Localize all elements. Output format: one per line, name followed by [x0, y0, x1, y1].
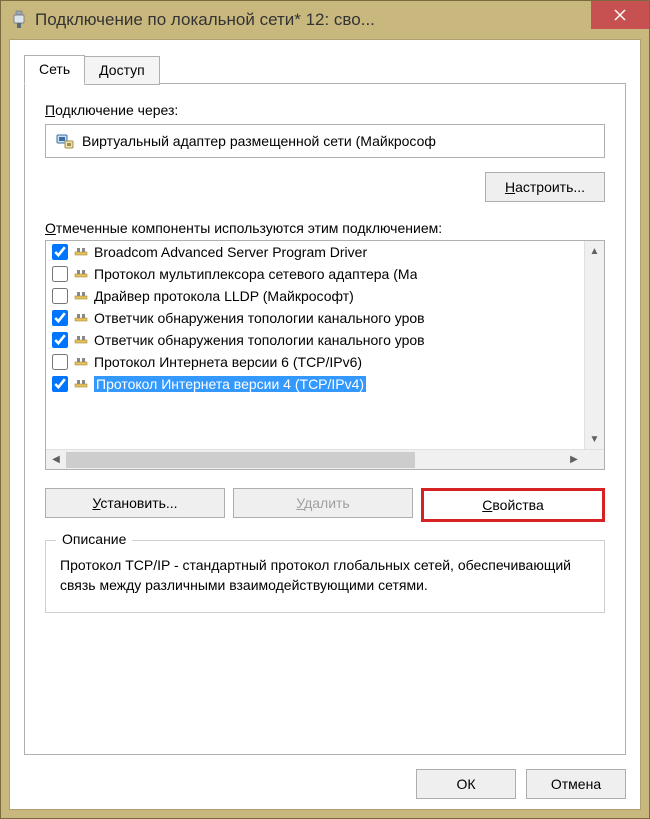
protocol-icon [74, 267, 88, 281]
components-listbox: Broadcom Advanced Server Program Driver П… [45, 240, 605, 470]
scroll-track-vertical[interactable] [585, 261, 604, 429]
list-item[interactable]: Ответчик обнаружения топологии канальног… [46, 329, 584, 351]
client-area: Сеть Доступ Подключение через: [9, 39, 641, 810]
vertical-scrollbar[interactable]: ▲ ▼ [584, 241, 604, 449]
titlebar: Подключение по локальной сети* 12: сво..… [1, 1, 649, 39]
close-icon [614, 9, 626, 21]
component-checkbox[interactable] [52, 266, 68, 282]
component-label: Протокол Интернета версии 4 (TCP/IPv4) [94, 376, 366, 392]
tab-access-label: Доступ [99, 62, 145, 78]
protocol-icon [74, 333, 88, 347]
configure-button[interactable]: Настроить... [485, 172, 605, 202]
close-button[interactable] [591, 1, 649, 29]
scroll-left-button[interactable]: ◀ [46, 450, 66, 469]
tab-strip: Сеть Доступ [24, 55, 626, 84]
properties-window: Подключение по локальной сети* 12: сво..… [0, 0, 650, 819]
tab-access[interactable]: Доступ [84, 56, 160, 85]
scroll-track-horizontal[interactable] [66, 450, 564, 469]
tab-network[interactable]: Сеть [24, 55, 85, 84]
install-button[interactable]: Установить... [45, 488, 225, 518]
tab-network-label: Сеть [39, 61, 70, 77]
adapter-field[interactable]: Виртуальный адаптер размещенной сети (Ма… [45, 124, 605, 158]
scroll-corner [584, 450, 604, 469]
component-label: Протокол мультиплексора сетевого адаптер… [94, 266, 417, 282]
component-checkbox[interactable] [52, 244, 68, 260]
list-item[interactable]: Протокол Интернета версии 4 (TCP/IPv4) [46, 373, 584, 395]
list-item[interactable]: Протокол мультиплексора сетевого адаптер… [46, 263, 584, 285]
adapter-icon [56, 132, 74, 150]
component-checkbox[interactable] [52, 354, 68, 370]
description-groupbox: Описание Протокол TCP/IP - стандартный п… [45, 540, 605, 613]
components-label: Отмеченные компоненты используются этим … [45, 220, 605, 236]
component-checkbox[interactable] [52, 376, 68, 392]
component-label: Протокол Интернета версии 6 (TCP/IPv6) [94, 354, 362, 370]
protocol-icon [74, 245, 88, 259]
components-list[interactable]: Broadcom Advanced Server Program Driver П… [46, 241, 584, 449]
dialog-button-row: ОК Отмена [24, 769, 626, 799]
description-title: Описание [56, 531, 132, 547]
cancel-button[interactable]: Отмена [526, 769, 626, 799]
properties-button[interactable]: Свойства [421, 488, 605, 522]
component-label: Ответчик обнаружения топологии канальног… [94, 310, 425, 326]
scroll-up-button[interactable]: ▲ [585, 241, 604, 261]
component-label: Драйвер протокола LLDP (Майкрософт) [94, 288, 354, 304]
network-adapter-icon [11, 10, 27, 30]
component-checkbox[interactable] [52, 288, 68, 304]
ok-button[interactable]: ОК [416, 769, 516, 799]
description-text: Протокол TCP/IP - стандартный протокол г… [60, 555, 590, 596]
protocol-icon [74, 311, 88, 325]
component-label: Broadcom Advanced Server Program Driver [94, 244, 367, 260]
component-checkbox[interactable] [52, 332, 68, 348]
component-checkbox[interactable] [52, 310, 68, 326]
list-item[interactable]: Ответчик обнаружения топологии канальног… [46, 307, 584, 329]
connect-via-label: Подключение через: [45, 102, 605, 118]
action-button-row: Установить... Удалить Свойства [45, 488, 605, 522]
horizontal-scrollbar[interactable]: ◀ ▶ [46, 449, 604, 469]
component-label: Ответчик обнаружения топологии канальног… [94, 332, 425, 348]
remove-button: Удалить [233, 488, 413, 518]
scroll-down-button[interactable]: ▼ [585, 429, 604, 449]
scroll-right-button[interactable]: ▶ [564, 450, 584, 469]
tab-panel-network: Подключение через: Виртуальный адаптер р… [24, 83, 626, 755]
scroll-thumb-horizontal[interactable] [66, 452, 415, 468]
protocol-icon [74, 289, 88, 303]
list-item[interactable]: Протокол Интернета версии 6 (TCP/IPv6) [46, 351, 584, 373]
protocol-icon [74, 355, 88, 369]
list-item[interactable]: Broadcom Advanced Server Program Driver [46, 241, 584, 263]
protocol-icon [74, 377, 88, 391]
window-title: Подключение по локальной сети* 12: сво..… [35, 10, 591, 30]
adapter-name: Виртуальный адаптер размещенной сети (Ма… [82, 133, 436, 149]
list-item[interactable]: Драйвер протокола LLDP (Майкрософт) [46, 285, 584, 307]
